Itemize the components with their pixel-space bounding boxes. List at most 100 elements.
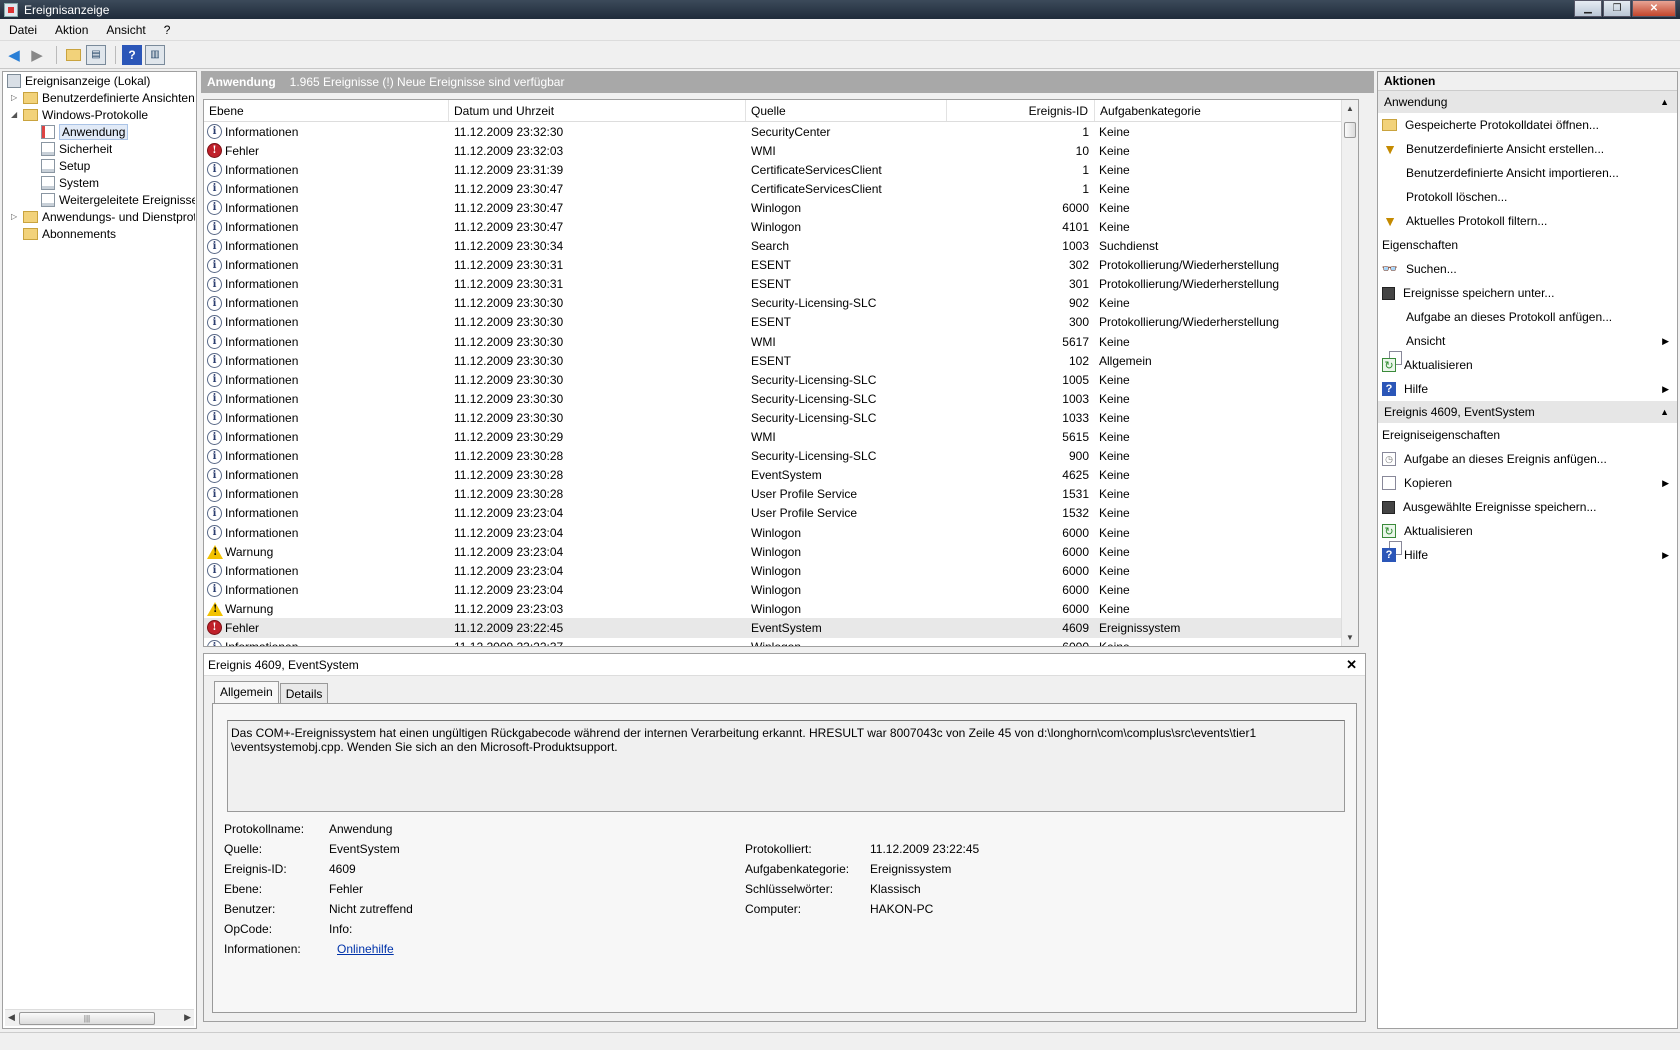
table-row[interactable]: i Informationen 11.12.2009 23:30:30 ESENT 10…: [204, 351, 1358, 370]
help-icon[interactable]: ?: [122, 44, 142, 65]
tree-item-custom-views[interactable]: ▷ Benutzerdefinierte Ansichten: [11, 89, 195, 106]
show-hide-actions-icon[interactable]: ▥: [145, 44, 165, 65]
cell-date: 11.12.2009 23:30:29: [454, 430, 564, 445]
scroll-down-icon[interactable]: ▼: [1346, 633, 1354, 642]
scroll-right-icon[interactable]: ▶: [184, 1012, 191, 1023]
scroll-thumb[interactable]: |||: [19, 1012, 155, 1025]
forward-arrow-icon[interactable]: ▶: [27, 45, 47, 65]
table-row[interactable]: i Informationen 11.12.2009 23:30:31 ESENT 30…: [204, 275, 1358, 294]
tab-allgemein[interactable]: Allgemein: [214, 681, 279, 705]
table-row[interactable]: i Informationen 11.12.2009 23:23:04 Winlogo…: [204, 523, 1358, 542]
tree-item-subscriptions[interactable]: Abonnements: [23, 225, 116, 242]
maximize-button[interactable]: ❐: [1603, 0, 1631, 17]
table-row[interactable]: i Informationen 11.12.2009 23:30:28 EventSy…: [204, 466, 1358, 485]
table-row[interactable]: i Informationen 11.12.2009 23:30:28 Securit…: [204, 447, 1358, 466]
tree-item-system[interactable]: System: [41, 174, 99, 191]
tree-item-root[interactable]: Ereignisanzeige (Lokal): [7, 72, 150, 89]
table-row[interactable]: i Informationen 11.12.2009 23:30:47 Winlogo…: [204, 198, 1358, 217]
actions-section-event[interactable]: Ereignis 4609, EventSystem ▲: [1378, 401, 1677, 423]
tree-item-app-service-logs[interactable]: ▷ Anwendungs- und Dienstprotokolle: [11, 208, 195, 225]
column-header-ebene[interactable]: Ebene: [204, 100, 449, 121]
table-row[interactable]: i Informationen 11.12.2009 23:30:30 Securit…: [204, 408, 1358, 427]
table-row[interactable]: i Informationen 11.12.2009 23:30:28 User Pr…: [204, 485, 1358, 504]
table-row[interactable]: ! Fehler 11.12.2009 23:22:45 EventSystem 460…: [204, 618, 1358, 638]
expand-icon[interactable]: ▷: [11, 93, 21, 102]
online-help-link[interactable]: Onlinehilfe: [337, 942, 394, 956]
table-row[interactable]: i Informationen 11.12.2009 23:30:30 Securit…: [204, 294, 1358, 313]
column-header-source[interactable]: Quelle: [746, 100, 947, 121]
minimize-button[interactable]: ▁: [1574, 0, 1602, 17]
action-item[interactable]: Protokoll löschen...: [1378, 185, 1677, 209]
scroll-left-icon[interactable]: ◀: [8, 1012, 15, 1023]
actions-section-log[interactable]: Anwendung ▲: [1378, 91, 1677, 113]
action-item[interactable]: ↻ Aktualisieren: [1378, 519, 1677, 543]
tree-horizontal-scrollbar[interactable]: ◀ ||| ▶: [5, 1009, 194, 1026]
table-row[interactable]: i Informationen 11.12.2009 23:23:04 User Pr…: [204, 504, 1358, 523]
action-item[interactable]: Benutzerdefinierte Ansicht importieren..…: [1378, 161, 1677, 185]
column-header-date[interactable]: Datum und Uhrzeit: [449, 100, 746, 121]
expand-icon[interactable]: ▷: [11, 212, 21, 221]
menu-help[interactable]: ?: [155, 23, 180, 37]
tree-item-anwendung[interactable]: Anwendung: [41, 123, 129, 140]
table-row[interactable]: i Informationen 11.12.2009 23:30:34 Search 1…: [204, 237, 1358, 256]
action-item[interactable]: Ansicht ▶: [1378, 329, 1677, 353]
action-item[interactable]: ▼ Benutzerdefinierte Ansicht erstellen...: [1378, 137, 1677, 161]
up-folder-icon[interactable]: [63, 45, 83, 65]
table-row[interactable]: i Informationen 11.12.2009 23:23:04 Winlogo…: [204, 561, 1358, 580]
menu-datei[interactable]: Datei: [0, 23, 46, 37]
collapse-section-icon[interactable]: ▲: [1660, 91, 1669, 113]
action-item[interactable]: Ausgewählte Ereignisse speichern...: [1378, 495, 1677, 519]
back-arrow-icon[interactable]: ◀: [4, 45, 24, 65]
action-item[interactable]: Ereignisse speichern unter...: [1378, 281, 1677, 305]
tree-item-setup[interactable]: Setup: [41, 157, 90, 174]
table-row[interactable]: i Informationen 11.12.2009 23:30:30 ESENT 30…: [204, 313, 1358, 332]
table-row[interactable]: ! Fehler 11.12.2009 23:32:03 WMI 10 Keine: [204, 141, 1358, 160]
table-row[interactable]: i Informationen 11.12.2009 23:30:47 Winlogo…: [204, 217, 1358, 236]
close-icon[interactable]: ✕: [1346, 654, 1357, 676]
action-item[interactable]: ▼ Aktuelles Protokoll filtern...: [1378, 209, 1677, 233]
scroll-thumb[interactable]: [1344, 122, 1356, 138]
tree-item-forwarded-events[interactable]: Weitergeleitete Ereignisse: [41, 191, 195, 208]
prop-user: Benutzer: Nicht zutreffend: [224, 902, 413, 916]
table-row[interactable]: i Informationen 11.12.2009 23:30:30 Securit…: [204, 389, 1358, 408]
action-item[interactable]: ◷ Aufgabe an dieses Ereignis anfügen...: [1378, 447, 1677, 471]
table-row[interactable]: i Informationen 11.12.2009 23:23:04 Winlogo…: [204, 580, 1358, 599]
action-item[interactable]: Ereigniseigenschaften: [1378, 423, 1677, 555]
action-item[interactable]: 👓 Suchen...: [1378, 257, 1677, 281]
column-header-category[interactable]: Aufgabenkategorie: [1095, 100, 1343, 121]
table-row[interactable]: i Informationen 11.12.2009 23:30:30 Securit…: [204, 370, 1358, 389]
menu-ansicht[interactable]: Ansicht: [97, 23, 154, 37]
table-row[interactable]: i Informationen 11.12.2009 23:30:30 WMI 5617…: [204, 332, 1358, 351]
table-row[interactable]: Warnung 11.12.2009 23:23:03 Winlogon 6000 Ke…: [204, 599, 1358, 618]
action-item[interactable]: Kopieren ▶: [1378, 471, 1677, 495]
action-item[interactable]: Aufgabe an dieses Protokoll anfügen...: [1378, 305, 1677, 329]
column-header-event-id[interactable]: Ereignis-ID: [947, 100, 1095, 121]
table-row[interactable]: i Informationen 11.12.2009 23:30:31 ESENT 30…: [204, 256, 1358, 275]
action-item[interactable]: Eigenschaften: [1378, 233, 1677, 365]
action-item[interactable]: ? Hilfe ▶: [1378, 377, 1677, 401]
show-hide-tree-icon[interactable]: ▤: [86, 44, 106, 65]
action-item[interactable]: ? Hilfe ▶: [1378, 543, 1677, 567]
grid-vertical-scrollbar[interactable]: ▲ ▼: [1341, 100, 1358, 646]
action-item[interactable]: ↻ Aktualisieren: [1378, 353, 1677, 377]
cell-level: iInformationen: [204, 238, 449, 254]
table-row[interactable]: i Informationen 11.12.2009 23:31:39 Certifi…: [204, 160, 1358, 179]
tree-item-windows-logs[interactable]: ◢ Windows-Protokolle: [11, 106, 148, 123]
cell-date: 11.12.2009 23:23:04: [454, 582, 564, 597]
scroll-up-icon[interactable]: ▲: [1346, 104, 1354, 113]
table-row[interactable]: i Informationen 11.12.2009 23:30:29 WMI 5615…: [204, 428, 1358, 447]
cell-level: ! Fehler: [204, 143, 449, 159]
tree-item-sicherheit[interactable]: Sicherheit: [41, 140, 112, 157]
event-message[interactable]: Das COM+-Ereignissystem hat einen ungült…: [227, 720, 1345, 812]
collapse-icon[interactable]: ◢: [11, 110, 21, 119]
cell-level: iInformationen: [204, 181, 449, 197]
action-item[interactable]: Gespeicherte Protokolldatei öffnen...: [1378, 113, 1677, 137]
table-row[interactable]: i Informationen 11.12.2009 23:32:30 Securit…: [204, 122, 1358, 141]
menu-aktion[interactable]: Aktion: [46, 23, 97, 37]
close-button[interactable]: ✕: [1632, 0, 1676, 17]
table-row[interactable]: Warnung 11.12.2009 23:23:04 Winlogon 6000 Ke…: [204, 542, 1358, 561]
log-summary: 1.965 Ereignisse (!) Neue Ereignisse sin…: [289, 75, 565, 89]
table-row[interactable]: iInformationen11.12.2009 23:22:37Winlogo…: [204, 638, 1358, 646]
table-row[interactable]: i Informationen 11.12.2009 23:30:47 Certifi…: [204, 179, 1358, 198]
collapse-section-icon[interactable]: ▲: [1660, 401, 1669, 423]
